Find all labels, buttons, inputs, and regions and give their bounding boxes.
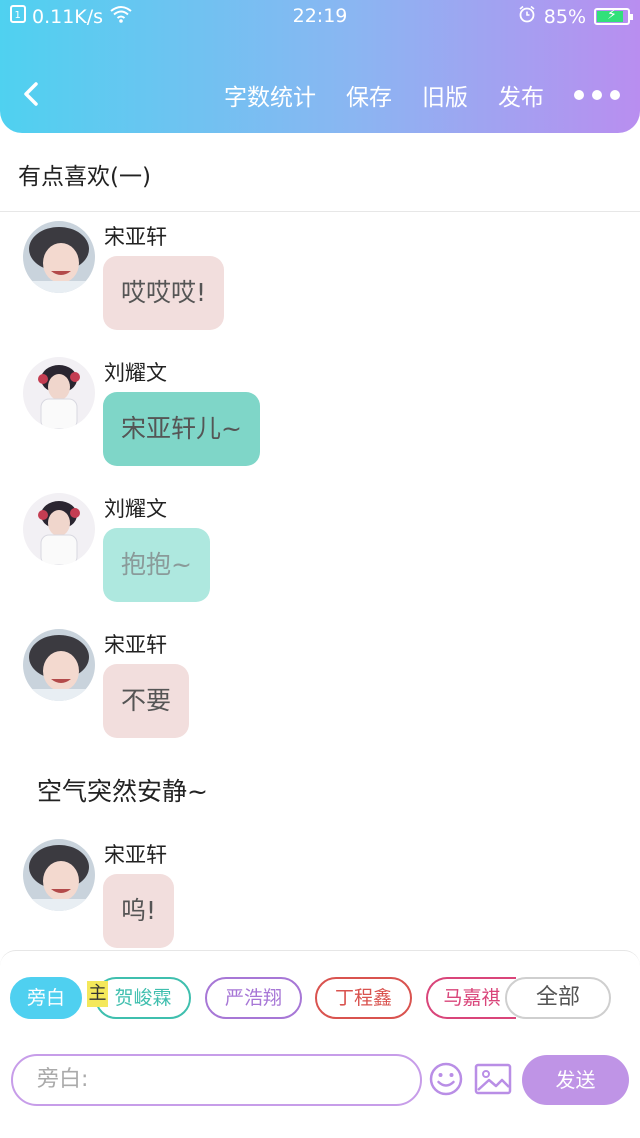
status-bar: 1 0.11K/s 22:19 85% ⚡ [0, 0, 640, 34]
avatar[interactable] [23, 493, 95, 565]
back-button[interactable] [18, 74, 54, 114]
message-item[interactable]: 刘耀文 抱抱~ [0, 493, 640, 605]
sender-name: 宋亚轩 [104, 843, 167, 867]
battery-percent: 85% [543, 5, 586, 28]
story-title-row: 有点喜欢(一) [0, 133, 640, 212]
sender-name: 宋亚轩 [104, 633, 167, 657]
nav-bar: 字数统计 保存 旧版 发布 [0, 70, 640, 122]
sender-name: 宋亚轩 [104, 225, 167, 249]
message-item[interactable]: 宋亚轩 哎哎哎! [0, 221, 640, 333]
narration-text[interactable]: 空气突然安静~ [37, 772, 208, 808]
message-input[interactable]: 旁白: [11, 1054, 422, 1106]
alarm-icon [518, 5, 536, 28]
sender-name: 刘耀文 [104, 497, 167, 521]
role-chip[interactable]: 贺峻霖 [95, 977, 191, 1019]
message-bubble[interactable]: 呜! [103, 874, 175, 948]
avatar[interactable] [23, 357, 95, 429]
role-chip[interactable]: 马嘉祺 [426, 977, 516, 1019]
role-chip-narration[interactable]: 旁白 [10, 977, 82, 1019]
avatar[interactable] [23, 221, 95, 293]
old-version-button[interactable]: 旧版 [422, 78, 468, 112]
header-bar: 1 0.11K/s 22:19 85% ⚡ 字数统计 保存 旧版 发布 [0, 0, 640, 133]
image-icon[interactable] [474, 1061, 512, 1097]
message-item[interactable]: 宋亚轩 呜! [0, 839, 640, 951]
compose-panel: 旁白 贺峻霖 严浩翔 丁程鑫 马嘉祺 全部 主 旁白: 发送 [0, 950, 640, 1138]
chat-list: 宋亚轩 哎哎哎! 刘耀文 宋亚轩儿~ 刘耀文 抱抱~ 宋亚轩 不要 空气突然安静… [0, 212, 640, 950]
save-button[interactable]: 保存 [346, 78, 392, 112]
send-button[interactable]: 发送 [522, 1055, 629, 1105]
publish-button[interactable]: 发布 [498, 78, 544, 112]
story-title[interactable]: 有点喜欢(一) [18, 157, 151, 191]
message-bubble[interactable]: 哎哎哎! [103, 256, 225, 330]
avatar[interactable] [23, 839, 95, 911]
smiley-icon[interactable] [428, 1061, 464, 1097]
protagonist-marker: 主 [87, 981, 108, 1007]
sender-name: 刘耀文 [104, 361, 167, 385]
message-bubble[interactable]: 不要 [103, 664, 190, 738]
message-bubble[interactable]: 宋亚轩儿~ [103, 392, 260, 466]
all-roles-button[interactable]: 全部 [505, 977, 611, 1019]
message-item[interactable]: 刘耀文 宋亚轩儿~ [0, 357, 640, 469]
message-item[interactable]: 宋亚轩 不要 [0, 629, 640, 741]
avatar[interactable] [23, 629, 95, 701]
role-chip[interactable]: 严浩翔 [205, 977, 302, 1019]
role-chip[interactable]: 丁程鑫 [315, 977, 412, 1019]
word-count-button[interactable]: 字数统计 [224, 78, 316, 112]
more-dots-icon[interactable] [574, 90, 620, 100]
message-bubble[interactable]: 抱抱~ [103, 528, 210, 602]
chevron-left-icon [24, 82, 38, 106]
battery-icon: ⚡ [594, 7, 633, 25]
